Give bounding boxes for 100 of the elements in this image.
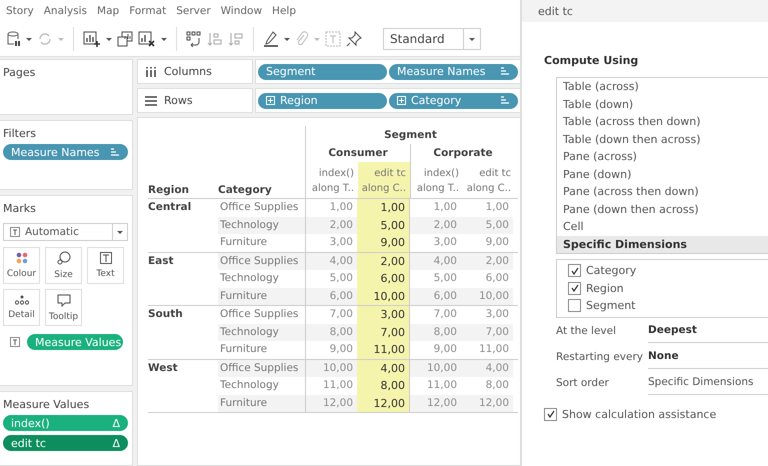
list-option[interactable]: Table (across then down) bbox=[557, 113, 768, 130]
column-header: Region bbox=[148, 184, 190, 196]
list-option[interactable]: Pane (down then across) bbox=[557, 200, 768, 218]
caret-icon[interactable] bbox=[106, 38, 112, 40]
table-cell-text: 3,00 bbox=[484, 307, 510, 322]
sort-icon bbox=[500, 96, 510, 105]
field-label: Sort order bbox=[556, 376, 610, 388]
table-cell-text: 9,00 bbox=[484, 235, 510, 250]
mark-button[interactable]: Tooltip bbox=[45, 289, 82, 326]
table-cell: 10,00 bbox=[409, 360, 461, 377]
checkbox-label: Segment bbox=[586, 299, 636, 312]
table-cell-text: 6,00 bbox=[484, 271, 510, 286]
table-cell-text: Furniture bbox=[219, 235, 268, 250]
mark-button[interactable]: Text bbox=[87, 247, 124, 284]
table-cell: 6,00 bbox=[409, 288, 461, 305]
pin-icon[interactable] bbox=[346, 31, 362, 47]
list-option[interactable]: Pane (across then down) bbox=[557, 183, 768, 200]
table-cell-text: 5,00 bbox=[484, 218, 510, 232]
row-header: Central bbox=[148, 200, 192, 215]
list-option[interactable]: Table (down) bbox=[557, 96, 768, 113]
table-cell-text: 1,00 bbox=[484, 200, 510, 215]
table-cell: 1,00 bbox=[357, 199, 409, 216]
table-cell-text: 12,00 bbox=[478, 396, 510, 410]
expand-icon bbox=[266, 96, 275, 105]
table-cell: 11,00 bbox=[357, 341, 409, 358]
table-cell: 3,00 bbox=[357, 306, 409, 324]
clear-chart-icon[interactable] bbox=[138, 31, 156, 47]
table-cell-text: Office Supplies bbox=[219, 307, 300, 322]
dropdown-field[interactable]: Deepest bbox=[648, 318, 768, 343]
database-icon[interactable] bbox=[7, 31, 21, 47]
table-cell: 6,00 bbox=[357, 270, 409, 288]
table-cell: 12,00 bbox=[357, 394, 409, 412]
menu-item[interactable]: Format bbox=[129, 5, 166, 17]
detail-dots-icon bbox=[14, 295, 28, 305]
table-cell-text: 4,00 bbox=[484, 360, 510, 376]
sort-icon bbox=[500, 67, 510, 76]
menu-item[interactable]: Window bbox=[220, 5, 262, 17]
caret-icon[interactable] bbox=[161, 38, 167, 40]
mark-button[interactable]: Colour bbox=[3, 247, 40, 284]
table-cell: 10,00 bbox=[357, 288, 409, 305]
dropdown-field[interactable]: Specific Dimensions bbox=[648, 370, 768, 395]
text-icon bbox=[10, 337, 20, 347]
caret-icon[interactable] bbox=[284, 38, 290, 40]
expand-icon bbox=[397, 96, 406, 105]
menu-item[interactable]: Map bbox=[97, 5, 120, 17]
checkbox[interactable] bbox=[544, 408, 557, 420]
table-cell: 9,00 bbox=[357, 234, 409, 252]
table-cell-text: 7,00 bbox=[484, 324, 510, 340]
measure-pill[interactable]: edit tc Δ bbox=[3, 435, 128, 451]
paperclip-icon[interactable] bbox=[295, 31, 309, 47]
caret-icon[interactable] bbox=[26, 38, 32, 40]
checkbox[interactable] bbox=[568, 264, 581, 278]
menu-item[interactable]: Story bbox=[6, 5, 34, 17]
mark-button[interactable]: Detail bbox=[3, 289, 40, 326]
checkbox[interactable] bbox=[568, 282, 581, 295]
row-header: South bbox=[148, 307, 184, 322]
pages-title: Pages bbox=[3, 66, 36, 79]
columns-icon bbox=[145, 66, 157, 76]
dialog-title: edit tc bbox=[538, 4, 573, 18]
duplicate-chart-icon[interactable] bbox=[117, 31, 133, 47]
list-option[interactable]: Cell bbox=[557, 218, 768, 236]
filters-title: Filters bbox=[3, 127, 37, 140]
menu-item[interactable]: Help bbox=[272, 5, 296, 17]
column-header: Consumer bbox=[327, 146, 389, 161]
table-cell: 8,00 bbox=[409, 324, 461, 341]
list-option[interactable]: Table (across) bbox=[557, 78, 768, 96]
swap-icon[interactable] bbox=[186, 31, 202, 47]
new-chart-icon[interactable] bbox=[83, 31, 101, 47]
table-cell: 2,00 bbox=[357, 252, 409, 270]
table-cell-text: Office Supplies bbox=[219, 254, 300, 268]
list-option[interactable]: Pane (down) bbox=[557, 166, 768, 183]
list-option[interactable]: Pane (across) bbox=[557, 148, 768, 166]
rows-icon bbox=[145, 96, 157, 106]
mark-button[interactable]: Size bbox=[45, 247, 82, 284]
menu-item[interactable]: Analysis bbox=[44, 5, 88, 17]
table-cell-text: 10,00 bbox=[478, 288, 510, 304]
table-cell: 12,00 bbox=[409, 394, 461, 412]
checkbox-label: Region bbox=[586, 282, 624, 295]
list-option[interactable]: Table (down then across) bbox=[557, 130, 768, 148]
table-cell: 7,00 bbox=[357, 324, 409, 341]
checkbox[interactable] bbox=[568, 299, 581, 312]
menu-item[interactable]: Server bbox=[176, 5, 211, 17]
checkbox-label: Category bbox=[586, 264, 636, 278]
list-option[interactable]: Specific Dimensions bbox=[557, 236, 768, 253]
column-header: Segment bbox=[383, 128, 438, 143]
table-cell-text: Office Supplies bbox=[219, 200, 300, 215]
text-icon bbox=[10, 227, 20, 237]
table-cell: 8,00 bbox=[357, 377, 409, 394]
dropdown-field[interactable]: None bbox=[648, 344, 768, 369]
column-header: edit tc along C.. bbox=[466, 167, 512, 196]
section-title: Compute Using bbox=[544, 54, 640, 67]
pen-icon[interactable] bbox=[263, 31, 279, 47]
size-circles-icon bbox=[56, 251, 70, 265]
fit-dropdown[interactable]: Standard bbox=[383, 28, 481, 50]
field-label: Restarting every bbox=[556, 350, 644, 362]
table-cell-text: 8,00 bbox=[484, 378, 510, 393]
mark-type-dropdown[interactable]: Automatic bbox=[3, 223, 128, 241]
colour-dots-icon bbox=[16, 252, 28, 264]
marks-title: Marks bbox=[3, 202, 37, 215]
text-icon bbox=[100, 252, 112, 264]
